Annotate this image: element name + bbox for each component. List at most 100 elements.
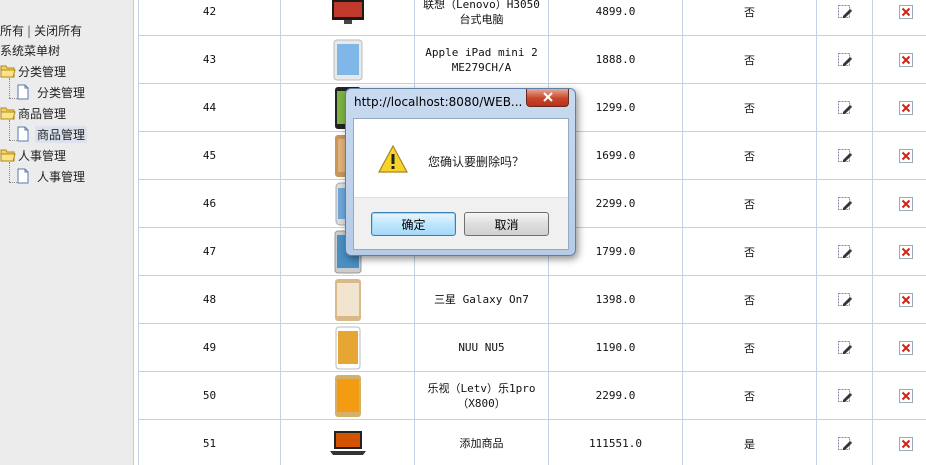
cell-price: 2299.0 <box>548 371 683 420</box>
tree-node-product[interactable]: 商品管理 <box>0 104 68 122</box>
dialog-content: 您确认要删除吗？ 确定 取消 <box>353 118 569 250</box>
collapse-all-link[interactable]: 关闭所有 <box>34 24 82 38</box>
cancel-button[interactable]: 取消 <box>464 212 549 236</box>
folder-open-icon <box>0 64 16 78</box>
cell-edit <box>816 323 873 372</box>
page-icon <box>15 84 31 100</box>
table-row[interactable]: 50 乐视（Letv）乐1pro（X800） 2299.0 否 <box>138 371 926 420</box>
cell-hot: 否 <box>682 0 817 36</box>
cell-price: 1190.0 <box>548 323 683 372</box>
cell-edit <box>816 419 873 465</box>
cell-name: 添加商品 <box>414 419 549 465</box>
tree-toolbar: 所有 | 关闭所有 <box>0 22 82 39</box>
edit-icon[interactable] <box>837 388 853 404</box>
delete-icon[interactable] <box>898 244 914 260</box>
delete-icon[interactable] <box>898 436 914 452</box>
tree-leaf-hr[interactable]: 人事管理 <box>15 167 87 185</box>
table-row[interactable]: 51 添加商品 111551.0 是 <box>138 419 926 465</box>
cell-image <box>280 0 415 36</box>
cell-id: 45 <box>138 131 281 180</box>
cell-image <box>280 371 415 420</box>
edit-icon[interactable] <box>837 148 853 164</box>
cell-id: 44 <box>138 83 281 132</box>
cell-delete <box>872 131 926 180</box>
tree-root-label[interactable]: 系统菜单树 <box>0 42 60 59</box>
dialog-close-button[interactable] <box>526 89 569 107</box>
confirm-dialog: http://localhost:8080/WEB... 您确认要删除吗？ 确定… <box>345 88 576 256</box>
delete-icon[interactable] <box>898 196 914 212</box>
cell-id: 48 <box>138 275 281 324</box>
table-row[interactable]: 43 Apple iPad mini 2 ME279CH/A 1888.0 否 <box>138 35 926 84</box>
tree-connector <box>9 162 10 182</box>
edit-icon[interactable] <box>837 196 853 212</box>
cell-price: 4899.0 <box>548 0 683 36</box>
table-row[interactable]: 49 NUU NU5 1190.0 否 <box>138 323 926 372</box>
page-icon <box>15 126 31 142</box>
cell-delete <box>872 371 926 420</box>
cell-price: 111551.0 <box>548 419 683 465</box>
cell-image <box>280 275 415 324</box>
cell-edit <box>816 131 873 180</box>
cell-name: 乐视（Letv）乐1pro（X800） <box>414 371 549 420</box>
cell-hot: 是 <box>682 419 817 465</box>
cell-id: 43 <box>138 35 281 84</box>
dialog-title: http://localhost:8080/WEB... <box>354 95 523 109</box>
delete-icon[interactable] <box>898 4 914 20</box>
cell-id: 49 <box>138 323 281 372</box>
tree-leaf-category[interactable]: 分类管理 <box>15 83 87 101</box>
cell-price: 1888.0 <box>548 35 683 84</box>
edit-icon[interactable] <box>837 100 853 116</box>
tree-leaf-label: 人事管理 <box>37 169 86 184</box>
delete-icon[interactable] <box>898 292 914 308</box>
cell-delete <box>872 179 926 228</box>
product-thumbnail <box>329 0 367 24</box>
warning-icon <box>377 144 409 174</box>
table-row[interactable]: 42 联想（Lenovo）H3050 台式电脑 4899.0 否 <box>138 0 926 36</box>
cell-image <box>280 419 415 465</box>
edit-icon[interactable] <box>837 52 853 68</box>
tree-leaf-product[interactable]: 商品管理 <box>15 125 88 143</box>
ok-button[interactable]: 确定 <box>371 212 456 236</box>
cell-delete <box>872 35 926 84</box>
delete-icon[interactable] <box>898 340 914 356</box>
cell-delete <box>872 227 926 276</box>
cell-edit <box>816 83 873 132</box>
edit-icon[interactable] <box>837 4 853 20</box>
cell-hot: 否 <box>682 35 817 84</box>
product-thumbnail <box>331 39 365 80</box>
tree-node-hr[interactable]: 人事管理 <box>0 146 68 164</box>
delete-icon[interactable] <box>898 52 914 68</box>
cell-hot: 否 <box>682 371 817 420</box>
cell-hot: 否 <box>682 227 817 276</box>
page-icon <box>15 168 31 184</box>
tree-node-category[interactable]: 分类管理 <box>0 62 68 80</box>
cell-name: NUU NU5 <box>414 323 549 372</box>
expand-all-link[interactable]: 所有 <box>0 24 24 38</box>
folder-open-icon <box>0 106 16 120</box>
cell-hot: 否 <box>682 323 817 372</box>
cell-hot: 否 <box>682 179 817 228</box>
cell-delete <box>872 0 926 36</box>
cell-delete <box>872 419 926 465</box>
delete-icon[interactable] <box>898 100 914 116</box>
tree-connector <box>9 78 10 98</box>
cell-delete <box>872 83 926 132</box>
cell-price: 1398.0 <box>548 275 683 324</box>
product-thumbnail <box>331 278 365 321</box>
edit-icon[interactable] <box>837 292 853 308</box>
edit-icon[interactable] <box>837 436 853 452</box>
cell-edit <box>816 0 873 36</box>
close-icon <box>542 91 554 105</box>
table-row[interactable]: 48 三星 Galaxy On7 1398.0 否 <box>138 275 926 324</box>
edit-icon[interactable] <box>837 244 853 260</box>
cell-id: 46 <box>138 179 281 228</box>
edit-icon[interactable] <box>837 340 853 356</box>
product-thumbnail <box>331 326 365 369</box>
cell-hot: 否 <box>682 131 817 180</box>
cell-id: 47 <box>138 227 281 276</box>
delete-icon[interactable] <box>898 148 914 164</box>
dialog-body: 您确认要删除吗？ <box>354 119 568 197</box>
tree-node-label: 人事管理 <box>18 148 67 163</box>
delete-icon[interactable] <box>898 388 914 404</box>
cell-delete <box>872 275 926 324</box>
